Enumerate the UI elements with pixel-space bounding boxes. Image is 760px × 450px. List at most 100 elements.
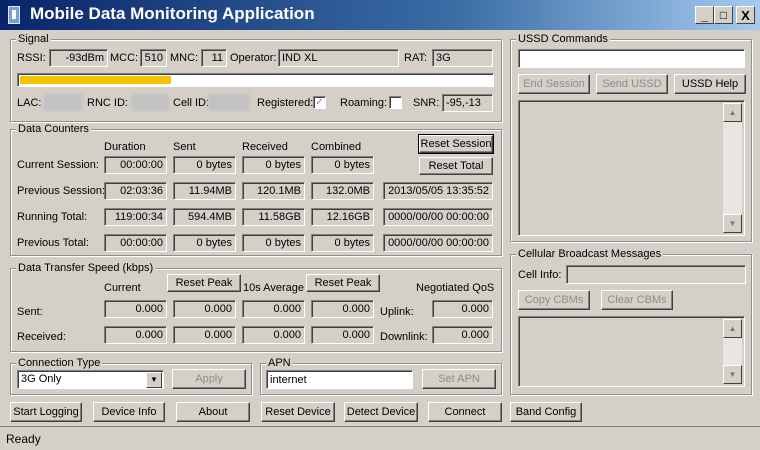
previous-session-sent: 11.94MB: [173, 182, 236, 200]
cbm-scrollbar[interactable]: ▲ ▼: [723, 319, 742, 384]
running-total-sent: 594.4MB: [173, 208, 236, 226]
roaming-checkbox[interactable]: [389, 96, 402, 109]
mnc-field: 11: [201, 49, 227, 67]
current-speed-header: Current: [104, 282, 141, 294]
snr-label: SNR:: [413, 97, 440, 109]
previous-total-duration: 00:00:00: [104, 234, 167, 252]
received-speed-label: Received:: [17, 331, 66, 343]
cell-id-field-redacted: [208, 94, 250, 111]
previous-total-label: Previous Total:: [17, 237, 89, 249]
lac-field-redacted: [43, 94, 83, 111]
reset-total-button[interactable]: Reset Total: [419, 157, 493, 175]
band-config-button[interactable]: Band Config: [510, 402, 582, 422]
rnc-id-label: RNC ID:: [87, 97, 128, 109]
running-total-date: 0000/00/00 00:00:00: [383, 208, 493, 226]
snr-field: -95,-13: [442, 94, 493, 112]
mnc-label: MNC:: [170, 52, 199, 64]
check-icon: ✓: [315, 97, 324, 108]
about-button[interactable]: About: [176, 402, 250, 422]
combined-header: Combined: [311, 141, 362, 153]
previous-total-date: 0000/00/00 00:00:00: [383, 234, 493, 252]
app-icon: [8, 6, 20, 24]
cell-info-field: [566, 265, 746, 284]
sent-average-peak-speed: 0.000: [311, 300, 374, 318]
signal-strength-fill: [20, 76, 171, 84]
signal-strength-bar: [17, 73, 494, 87]
end-session-button[interactable]: End Session: [518, 74, 590, 94]
registered-checkbox[interactable]: ✓: [313, 96, 326, 109]
scroll-up-icon[interactable]: ▲: [723, 319, 742, 338]
reset-session-button[interactable]: Reset Session: [418, 134, 494, 154]
device-info-button[interactable]: Device Info: [93, 402, 165, 422]
mcc-label: MCC:: [110, 52, 139, 64]
reset-device-button[interactable]: Reset Device: [261, 402, 335, 422]
window-title: Mobile Data Monitoring Application: [30, 4, 315, 23]
ussd-commands-group-label: USSD Commands: [516, 33, 610, 46]
received-header: Received: [242, 141, 288, 153]
current-session-received: 0 bytes: [242, 156, 305, 174]
start-logging-button[interactable]: Start Logging: [10, 402, 82, 422]
uplink-label: Uplink:: [380, 306, 414, 318]
running-total-combined: 12.16GB: [311, 208, 374, 226]
title-bar[interactable]: Mobile Data Monitoring Application _ □ X: [0, 0, 760, 30]
copy-cbms-button[interactable]: Copy CBMs: [518, 290, 590, 310]
apply-button[interactable]: Apply: [172, 369, 246, 389]
current-session-duration: 00:00:00: [104, 156, 167, 174]
connection-type-value: 3G Only: [21, 373, 62, 385]
connection-type-select[interactable]: 3G Only ▼: [17, 370, 164, 389]
ussd-scrollbar[interactable]: ▲ ▼: [723, 103, 742, 233]
chevron-down-icon[interactable]: ▼: [146, 372, 162, 388]
registered-label: Registered:: [257, 97, 314, 109]
cbm-message-box[interactable]: ▲ ▼: [518, 316, 745, 387]
signal-group-label: Signal: [16, 33, 51, 46]
cellular-broadcast-group-label: Cellular Broadcast Messages: [516, 248, 664, 261]
ussd-response-box[interactable]: ▲ ▼: [518, 100, 745, 236]
scroll-down-icon[interactable]: ▼: [723, 214, 742, 233]
reset-peak-average-button[interactable]: Reset Peak: [306, 274, 380, 292]
previous-session-label: Previous Session:: [17, 185, 106, 197]
received-peak-speed: 0.000: [173, 326, 236, 344]
cell-id-label: Cell ID:: [173, 97, 210, 109]
current-session-label: Current Session:: [17, 159, 99, 171]
sent-average-speed: 0.000: [242, 300, 305, 318]
data-counters-group-label: Data Counters: [16, 123, 91, 136]
previous-total-received: 0 bytes: [242, 234, 305, 252]
set-apn-button[interactable]: Set APN: [422, 369, 496, 389]
running-total-label: Running Total:: [17, 211, 88, 223]
sent-current-speed: 0.000: [104, 300, 167, 318]
average-speed-header: 10s Average: [243, 282, 304, 294]
ussd-command-input[interactable]: [518, 49, 745, 68]
previous-session-combined: 132.0MB: [311, 182, 374, 200]
clear-cbms-button[interactable]: Clear CBMs: [601, 290, 673, 310]
running-total-received: 11.58GB: [242, 208, 305, 226]
send-ussd-button[interactable]: Send USSD: [596, 74, 668, 94]
received-average-peak-speed: 0.000: [311, 326, 374, 344]
duration-header: Duration: [104, 141, 146, 153]
apn-input[interactable]: [266, 370, 413, 389]
scroll-down-icon[interactable]: ▼: [723, 365, 742, 384]
downlink-label: Downlink:: [380, 331, 428, 343]
minimize-button[interactable]: _: [695, 6, 714, 24]
detect-device-button[interactable]: Detect Device: [344, 402, 418, 422]
sent-speed-label: Sent:: [17, 306, 43, 318]
status-bar: Ready: [0, 426, 760, 450]
maximize-button[interactable]: □: [714, 6, 733, 24]
previous-session-duration: 02:03:36: [104, 182, 167, 200]
mcc-field: 510: [140, 49, 167, 67]
rat-label: RAT:: [404, 52, 428, 64]
status-text: Ready: [6, 432, 41, 446]
ussd-help-button[interactable]: USSD Help: [674, 74, 746, 94]
scroll-up-icon[interactable]: ▲: [723, 103, 742, 122]
rssi-label: RSSI:: [17, 52, 46, 64]
connection-type-group-label: Connection Type: [16, 357, 103, 370]
negotiated-qos-header: Negotiated QoS: [416, 282, 495, 294]
close-button[interactable]: X: [736, 6, 755, 24]
reset-peak-current-button[interactable]: Reset Peak: [167, 274, 241, 292]
current-session-sent: 0 bytes: [173, 156, 236, 174]
connect-button[interactable]: Connect: [428, 402, 502, 422]
previous-session-received: 120.1MB: [242, 182, 305, 200]
rssi-field: -93dBm: [49, 49, 108, 67]
received-average-speed: 0.000: [242, 326, 305, 344]
lac-label: LAC:: [17, 97, 42, 109]
apn-group-label: APN: [266, 357, 293, 370]
